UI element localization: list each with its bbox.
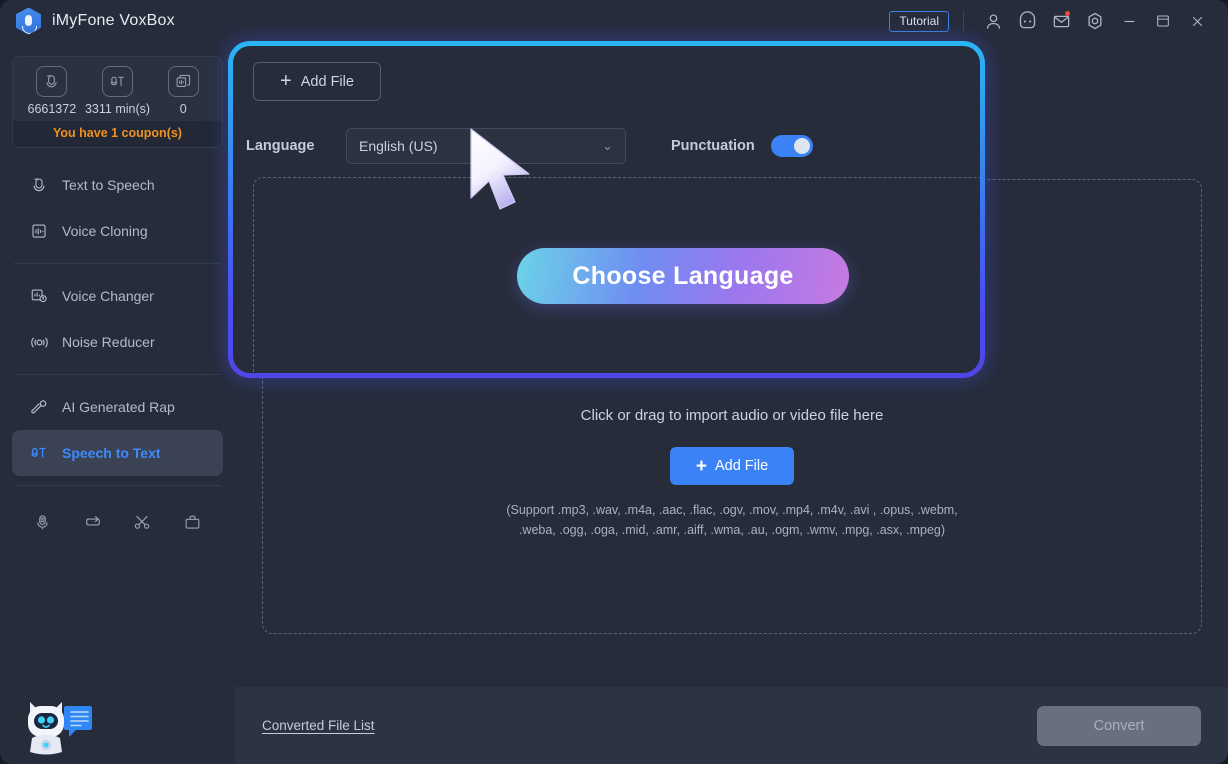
text-to-speech-credit-icon [36,66,68,97]
credit-value: 0 [179,102,187,116]
sidebar-item-noise-reducer[interactable]: Noise Reducer [12,319,223,365]
noise-reducer-icon [29,332,49,352]
credit-text-to-speech[interactable]: 6661372 [19,66,85,116]
coupon-banner[interactable]: You have 1 coupon(s) [13,121,222,147]
sidebar-tool-row [12,495,223,535]
dropzone-title: Click or drag to import audio or video f… [580,407,884,424]
add-file-label: Add File [300,73,354,90]
app-logo-icon [16,7,41,35]
convert-button[interactable]: Convert [1037,705,1201,746]
title-bar: iMyFone VoxBox Tutorial [0,0,1228,42]
divider [14,374,221,375]
punctuation-label: Punctuation [671,138,755,154]
tutorial-highlight-panel: + Add File Language English (US) ⌄ Punct… [228,41,985,378]
voice-changer-icon [29,286,49,306]
text-to-speech-icon [29,175,49,195]
divider [14,263,221,264]
plus-icon: + [695,455,707,477]
supported-formats-line1: (Support .mp3, .wav, .m4a, .aac, .flac, … [506,503,958,517]
toolbox-icon[interactable] [179,509,205,535]
maximize-icon[interactable] [1146,4,1180,38]
close-icon[interactable] [1180,4,1214,38]
loop-icon[interactable] [80,509,106,535]
sidebar-item-ai-generated-rap[interactable]: AI Generated Rap [12,384,223,430]
app-title: iMyFone VoxBox [52,12,175,29]
plus-icon: + [280,69,292,92]
credit-speech-to-text[interactable]: 3311 min(s) [85,66,151,116]
chevron-down-icon: ⌄ [602,138,613,153]
window-controls: Tutorial [889,0,1228,42]
sidebar: 6661372 3311 min(s) 0 You have 1 coupon(… [0,42,235,764]
settings-icon[interactable] [1078,4,1112,38]
app-logo-group: iMyFone VoxBox [0,7,175,35]
highlighted-options-area: + Add File Language English (US) ⌄ Punct… [233,46,980,373]
options-row-highlighted: Language English (US) ⌄ Punctuation [246,128,813,164]
application-window: iMyFone VoxBox Tutorial 6661372 3311 min… [0,0,1228,764]
voice-cloning-icon [29,221,49,241]
sidebar-item-voice-changer[interactable]: Voice Changer [12,273,223,319]
credit-clone[interactable]: 0 [150,66,216,116]
sidebar-item-label: Voice Changer [62,288,154,304]
supported-formats-line2: .weba, .ogg, .oga, .mid, .amr, .aiff, .w… [518,523,946,537]
choose-language-callout: Choose Language [517,248,849,304]
divider [963,11,964,31]
tutorial-button[interactable]: Tutorial [889,10,949,32]
add-file-label: Add File [714,458,769,474]
scissors-icon[interactable] [129,509,155,535]
add-file-button-primary[interactable]: + Add File [670,447,794,485]
supported-formats: (Support .mp3, .wav, .m4a, .aac, .flac, … [506,500,957,540]
notification-dot [1065,11,1070,16]
community-icon[interactable] [1010,4,1044,38]
credits-card: 6661372 3311 min(s) 0 You have 1 coupon(… [12,56,223,148]
sidebar-item-voice-cloning[interactable]: Voice Cloning [12,208,223,254]
sidebar-nav: Text to Speech Voice Cloning Voice Chang… [0,162,235,535]
sidebar-item-label: AI Generated Rap [62,399,175,415]
sidebar-item-text-to-speech[interactable]: Text to Speech [12,162,223,208]
speech-to-text-credit-icon [102,66,133,97]
mail-icon[interactable] [1044,4,1078,38]
sidebar-item-label: Speech to Text [62,445,161,461]
language-value: English (US) [359,138,438,154]
divider [14,485,221,486]
account-icon[interactable] [976,4,1010,38]
language-select-highlighted[interactable]: English (US) ⌄ [346,128,626,164]
recorder-icon[interactable] [30,509,56,535]
sidebar-item-label: Noise Reducer [62,334,155,350]
sidebar-item-label: Voice Cloning [62,223,148,239]
ai-rap-icon [29,397,49,417]
chatbot-mascot[interactable] [12,684,92,756]
clone-credit-icon [167,66,199,97]
callout-label: Choose Language [572,261,794,290]
punctuation-toggle-highlighted[interactable] [770,135,813,157]
minimize-icon[interactable] [1112,4,1146,38]
converted-file-list-link[interactable]: Converted File List [262,718,375,733]
credit-value: 3311 min(s) [84,102,151,116]
credit-value: 6661372 [27,102,77,116]
language-label: Language [246,138,315,154]
sidebar-item-speech-to-text[interactable]: Speech to Text [12,430,223,476]
add-file-button-top-highlighted[interactable]: + Add File [253,62,381,101]
speech-to-text-icon [29,443,49,463]
sidebar-item-label: Text to Speech [62,177,155,193]
bottom-bar: Converted File List Convert [235,687,1228,764]
